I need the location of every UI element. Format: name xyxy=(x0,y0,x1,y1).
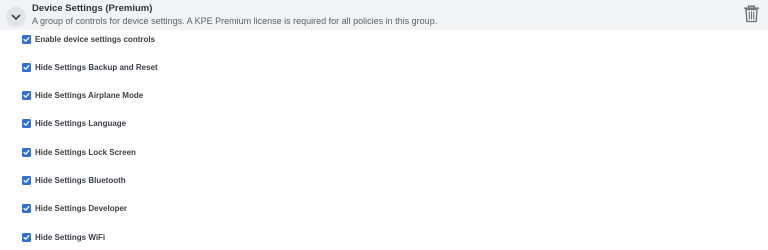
setting-checkbox[interactable] xyxy=(22,175,31,185)
setting-label: Enable device settings controls xyxy=(35,34,156,44)
setting-label: Hide Settings Lock Screen xyxy=(35,147,136,157)
setting-row: Hide Settings Airplane Mode xyxy=(22,88,143,102)
group-header: Device Settings (Premium) A group of con… xyxy=(0,0,768,30)
setting-label: Hide Settings Developer xyxy=(35,203,128,213)
setting-row: Hide Settings Backup and Reset xyxy=(22,60,158,74)
setting-row: Hide Settings Lock Screen xyxy=(22,145,136,159)
setting-checkbox[interactable] xyxy=(22,34,31,44)
setting-label: Hide Settings Airplane Mode xyxy=(35,90,144,100)
setting-row: Hide Settings Bluetooth xyxy=(22,173,126,187)
group-title: Device Settings (Premium) xyxy=(32,3,153,14)
chevron-down-icon xyxy=(11,14,21,21)
setting-label: Hide Settings Language xyxy=(35,118,127,128)
setting-row: Hide Settings Developer xyxy=(22,201,127,215)
setting-label: Hide Settings WiFi xyxy=(35,232,106,242)
setting-row: Hide Settings Language xyxy=(22,116,126,130)
setting-checkbox[interactable] xyxy=(22,147,31,157)
setting-label: Hide Settings Backup and Reset xyxy=(35,62,158,72)
delete-group-button[interactable] xyxy=(743,5,760,23)
setting-checkbox[interactable] xyxy=(22,118,31,128)
setting-checkbox[interactable] xyxy=(22,232,31,242)
setting-row: Enable device settings controls xyxy=(22,32,155,46)
group-description: A group of controls for device settings.… xyxy=(32,16,438,26)
setting-checkbox[interactable] xyxy=(22,90,31,100)
setting-checkbox[interactable] xyxy=(22,203,31,213)
setting-label: Hide Settings Bluetooth xyxy=(35,175,126,185)
collapse-button[interactable] xyxy=(6,7,26,27)
setting-row: Hide Settings WiFi xyxy=(22,230,105,244)
trash-icon xyxy=(743,5,760,27)
setting-checkbox[interactable] xyxy=(22,62,31,72)
